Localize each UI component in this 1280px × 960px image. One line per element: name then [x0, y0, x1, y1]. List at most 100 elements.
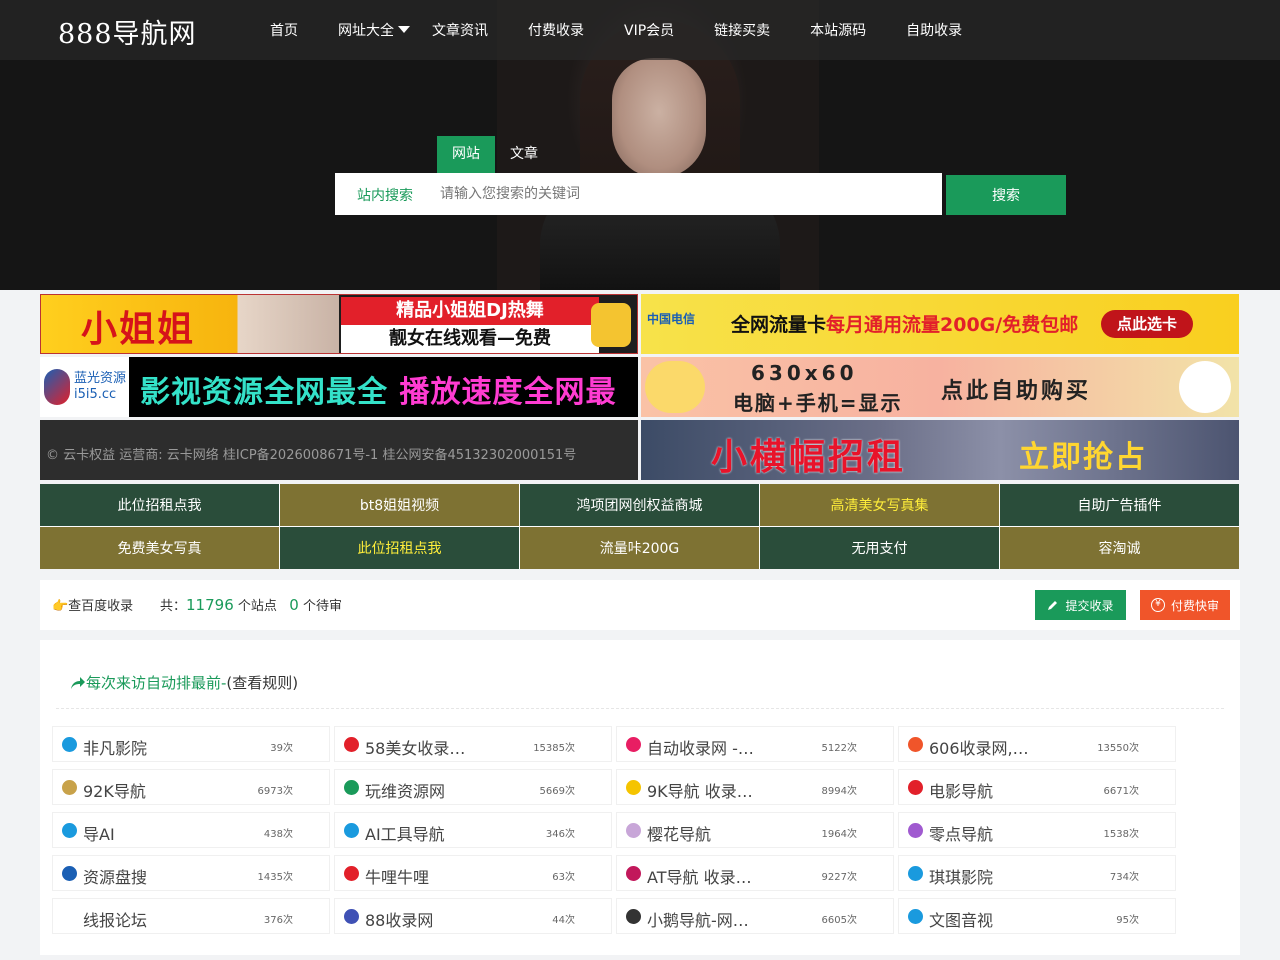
- site-name: 小鹅导航-网…: [647, 911, 749, 930]
- site-item[interactable]: 电影导航 6671次: [898, 769, 1176, 805]
- ad-banner-rent[interactable]: 小横幅招租 立即抢占: [641, 420, 1239, 480]
- site-favicon-icon: [62, 737, 77, 752]
- ad-rent-text-b: 立即抢占: [1019, 440, 1147, 475]
- thumbs-up-icon: [591, 303, 631, 347]
- nav-source[interactable]: 本站源码: [810, 20, 866, 40]
- search-tabs: 网站 文章: [437, 136, 553, 173]
- site-item[interactable]: 58美女收录… 15385次: [334, 726, 612, 762]
- text-link-6[interactable]: 此位招租点我: [280, 527, 519, 569]
- site-item[interactable]: 非凡影院 39次: [52, 726, 330, 762]
- baidu-index-link[interactable]: 👉查百度收录: [52, 595, 133, 614]
- site-favicon-icon: [908, 866, 923, 881]
- site-item[interactable]: 线报论坛 376次: [52, 898, 330, 934]
- text-link-1[interactable]: bt8姐姐视频: [280, 484, 519, 526]
- ad-yunka-footer: © 云卡权益 运营商: 云卡网络 桂ICP备2026008671号-1 桂公网安…: [46, 448, 577, 463]
- share-icon: [71, 677, 85, 689]
- site-name: 88收录网: [365, 911, 434, 930]
- yen-icon: ¥: [1150, 598, 1165, 612]
- telecom-logo: 中国电信: [647, 312, 696, 326]
- ad-banner-bluray-text: 影视资源全网最全 播放速度全网最快: [140, 367, 638, 417]
- paid-review-button[interactable]: ¥ 付费快审: [1140, 590, 1230, 620]
- site-item[interactable]: 自动收录网 -… 5122次: [616, 726, 894, 762]
- ad-banner-telecom-text: 全网流量卡每月通用流量200G/免费包邮: [731, 310, 1078, 337]
- ad-banner-yunka[interactable]: © 云卡权益 运营商: 云卡网络 桂ICP备2026008671号-1 桂公网安…: [40, 420, 638, 480]
- site-visit-count: 13550次: [1097, 743, 1139, 754]
- site-logo[interactable]: 888导航网: [58, 12, 197, 51]
- nav-articles[interactable]: 文章资讯: [432, 20, 488, 40]
- nav-sites[interactable]: 网址大全: [338, 20, 410, 40]
- text-link-3[interactable]: 高清美女写真集: [760, 484, 999, 526]
- search-scope-label[interactable]: 站内搜索: [357, 185, 413, 205]
- site-favicon-icon: [908, 780, 923, 795]
- stats-bar: 👉查百度收录 共：11796 个站点 0 个待审 提交收录 ¥ 付费快审: [40, 580, 1240, 630]
- ad-banner-telecom[interactable]: 中国电信 全网流量卡每月通用流量200G/免费包邮 点此选卡: [641, 294, 1239, 354]
- site-item[interactable]: 牛哩牛哩 63次: [334, 855, 612, 891]
- site-count: 共：11796 个站点 0 个待审: [160, 595, 342, 614]
- nav-self-submit[interactable]: 自助收录: [906, 20, 962, 40]
- ad-telecom-button[interactable]: 点此选卡: [1101, 310, 1193, 338]
- site-item[interactable]: 樱花导航 1964次: [616, 812, 894, 848]
- submit-site-label: 提交收录: [1065, 598, 1114, 613]
- site-name: 58美女收录…: [365, 739, 466, 758]
- site-favicon-icon: [626, 737, 641, 752]
- site-item[interactable]: AI工具导航 346次: [334, 812, 612, 848]
- site-item[interactable]: AT导航 收录… 9227次: [616, 855, 894, 891]
- tab-site[interactable]: 网站: [437, 136, 495, 173]
- ad-banner-dj[interactable]: 小姐姐 精品小姐姐DJ热舞 靓女在线观看—免费: [40, 294, 638, 354]
- hero-figure-face: [612, 58, 706, 178]
- site-item[interactable]: 玩维资源网 5669次: [334, 769, 612, 805]
- site-item[interactable]: 9K导航 收录… 8994次: [616, 769, 894, 805]
- tab-article[interactable]: 文章: [495, 136, 553, 173]
- search-button[interactable]: 搜索: [946, 175, 1066, 215]
- site-name: 非凡影院: [83, 739, 148, 758]
- site-item[interactable]: 文图音视 95次: [898, 898, 1176, 934]
- site-visit-count: 1538次: [1103, 829, 1139, 840]
- site-item[interactable]: 88收录网 44次: [334, 898, 612, 934]
- text-link-5[interactable]: 免费美女写真: [40, 527, 279, 569]
- nav-home[interactable]: 首页: [270, 20, 298, 40]
- site-name: 零点导航: [929, 825, 994, 844]
- search-input[interactable]: [440, 181, 930, 207]
- site-item[interactable]: 92K导航 6973次: [52, 769, 330, 805]
- site-visit-count: 6973次: [257, 786, 293, 797]
- panel-title: 每次来访自动排最前-(查看规则): [70, 672, 298, 693]
- top-navbar: 888导航网 首页 网址大全 文章资讯 付费收录 VIP会员 链接买卖 本站源码…: [0, 0, 1280, 60]
- ad-banner-bluray[interactable]: 蓝光资源i5i5.cc 影视资源全网最全 播放速度全网最快: [40, 357, 638, 417]
- site-name: 樱花导航: [647, 825, 712, 844]
- site-favicon-icon: [626, 909, 641, 924]
- text-link-4[interactable]: 自助广告插件: [1000, 484, 1239, 526]
- nav-paid[interactable]: 付费收录: [528, 20, 584, 40]
- site-name: AT导航 收录…: [647, 868, 752, 887]
- site-item[interactable]: 606收录网,… 13550次: [898, 726, 1176, 762]
- ad-banner-dj-line1: 精品小姐姐DJ热舞: [341, 297, 599, 325]
- site-item[interactable]: 资源盘搜 1435次: [52, 855, 330, 891]
- text-link-9[interactable]: 容淘诚: [1000, 527, 1239, 569]
- site-name: AI工具导航: [365, 825, 445, 844]
- site-visit-count: 63次: [552, 872, 575, 883]
- text-link-8[interactable]: 无用支付: [760, 527, 999, 569]
- text-link-0[interactable]: 此位招租点我: [40, 484, 279, 526]
- site-name: 606收录网,…: [929, 739, 1029, 758]
- site-item[interactable]: 零点导航 1538次: [898, 812, 1176, 848]
- ad-banner-selfbuy[interactable]: 630x60 电脑+手机=显示 点此自助购买: [641, 357, 1239, 417]
- view-rules-link[interactable]: (查看规则): [226, 674, 298, 692]
- ad-selfbuy-size: 630x60: [751, 361, 858, 385]
- text-link-2[interactable]: 鸿项团网创权益商城: [520, 484, 759, 526]
- panel-title-text: 每次来访自动排最前-: [86, 674, 227, 692]
- site-item[interactable]: 导AI 438次: [52, 812, 330, 848]
- site-item[interactable]: 琪琪影院 734次: [898, 855, 1176, 891]
- site-item[interactable]: 小鹅导航-网… 6605次: [616, 898, 894, 934]
- site-visit-count: 8994次: [821, 786, 857, 797]
- text-link-7[interactable]: 流量咔200G: [520, 527, 759, 569]
- ad-selfbuy-line2: 电脑+手机=显示: [733, 391, 903, 415]
- nav-links[interactable]: 链接买卖: [714, 20, 770, 40]
- site-name: 导AI: [83, 825, 115, 844]
- site-visit-count: 5669次: [539, 786, 575, 797]
- nav-vip[interactable]: VIP会员: [624, 20, 674, 40]
- chevron-down-icon: [398, 26, 410, 33]
- cartoon-girl-icon: [645, 361, 705, 413]
- site-favicon-icon: [62, 823, 77, 838]
- bluray-brand-top: 蓝光资源: [74, 371, 127, 386]
- submit-site-button[interactable]: 提交收录: [1035, 590, 1126, 620]
- site-name: 9K导航 收录…: [647, 782, 753, 801]
